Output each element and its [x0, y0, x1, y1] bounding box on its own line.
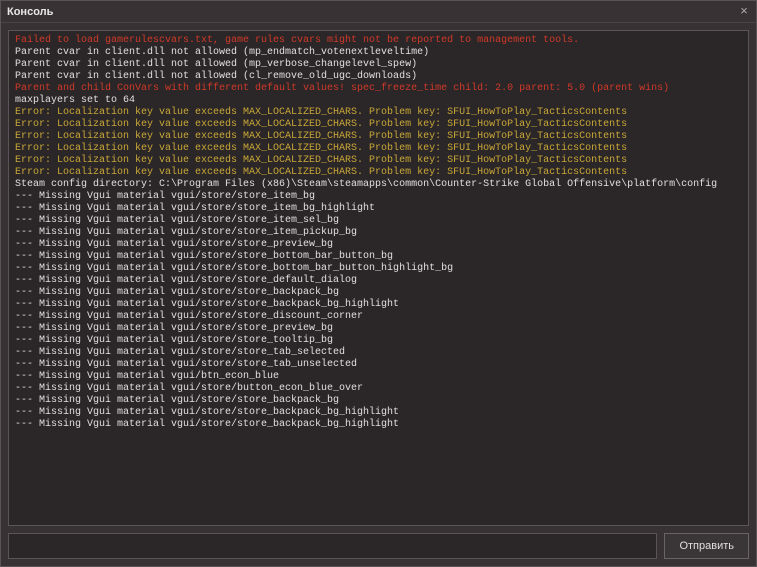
console-line: Error: Localization key value exceeds MA… [15, 143, 742, 155]
console-line: Parent cvar in client.dll not allowed (m… [15, 47, 742, 59]
console-line: Parent and child ConVars with different … [15, 83, 742, 95]
window-title: Консоль [7, 6, 53, 18]
console-line: --- Missing Vgui material vgui/store/sto… [15, 359, 742, 371]
titlebar[interactable]: Консоль × [1, 1, 756, 23]
console-line: --- Missing Vgui material vgui/store/sto… [15, 335, 742, 347]
console-line: --- Missing Vgui material vgui/store/sto… [15, 215, 742, 227]
console-line: --- Missing Vgui material vgui/store/sto… [15, 191, 742, 203]
console-line: Error: Localization key value exceeds MA… [15, 155, 742, 167]
console-line: --- Missing Vgui material vgui/store/but… [15, 383, 742, 395]
input-row: Отправить [8, 533, 749, 559]
command-input[interactable] [8, 533, 657, 559]
console-line: --- Missing Vgui material vgui/store/sto… [15, 311, 742, 323]
console-line: Error: Localization key value exceeds MA… [15, 131, 742, 143]
console-line: --- Missing Vgui material vgui/store/sto… [15, 395, 742, 407]
console-line: Failed to load gamerulescvars.txt, game … [15, 35, 742, 47]
console-line: --- Missing Vgui material vgui/store/sto… [15, 347, 742, 359]
console-line: --- Missing Vgui material vgui/store/sto… [15, 407, 742, 419]
console-line: --- Missing Vgui material vgui/store/sto… [15, 227, 742, 239]
console-window: Консоль × Failed to load gamerulescvars.… [0, 0, 757, 567]
console-line: Error: Localization key value exceeds MA… [15, 167, 742, 179]
close-icon[interactable]: × [736, 4, 752, 20]
console-line: --- Missing Vgui material vgui/store/sto… [15, 299, 742, 311]
console-line: --- Missing Vgui material vgui/store/sto… [15, 203, 742, 215]
console-line: --- Missing Vgui material vgui/store/sto… [15, 419, 742, 431]
console-line: Parent cvar in client.dll not allowed (m… [15, 59, 742, 71]
console-line: maxplayers set to 64 [15, 95, 742, 107]
console-line: Error: Localization key value exceeds MA… [15, 119, 742, 131]
console-line: --- Missing Vgui material vgui/store/sto… [15, 275, 742, 287]
console-line: Error: Localization key value exceeds MA… [15, 107, 742, 119]
console-line: --- Missing Vgui material vgui/store/sto… [15, 239, 742, 251]
console-output[interactable]: Failed to load gamerulescvars.txt, game … [8, 30, 749, 526]
console-line: --- Missing Vgui material vgui/store/sto… [15, 287, 742, 299]
console-line: --- Missing Vgui material vgui/store/sto… [15, 263, 742, 275]
send-button[interactable]: Отправить [664, 533, 749, 559]
console-line: --- Missing Vgui material vgui/store/sto… [15, 251, 742, 263]
console-line: Steam config directory: C:\Program Files… [15, 179, 742, 191]
console-line: --- Missing Vgui material vgui/store/sto… [15, 323, 742, 335]
console-line: --- Missing Vgui material vgui/btn_econ_… [15, 371, 742, 383]
console-line: Parent cvar in client.dll not allowed (c… [15, 71, 742, 83]
content-area: Failed to load gamerulescvars.txt, game … [1, 23, 756, 566]
